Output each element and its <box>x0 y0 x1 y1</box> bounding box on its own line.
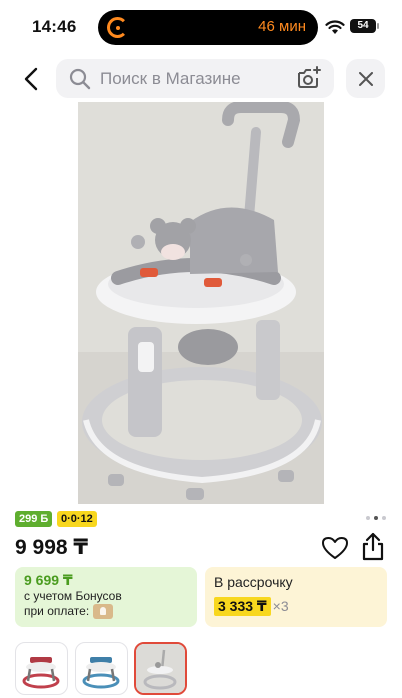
dynamic-island[interactable]: 46 мин <box>98 10 318 45</box>
search-input[interactable] <box>100 59 290 98</box>
installment-label: В рассрочку <box>214 574 293 590</box>
installment-times: ×3 <box>272 598 289 614</box>
camera-search-icon[interactable] <box>296 66 322 90</box>
status-time: 14:46 <box>32 17 77 36</box>
chevron-left-icon <box>24 67 38 91</box>
activity-text: 46 мин <box>258 18 306 35</box>
product-image[interactable] <box>78 102 324 504</box>
pager-dot <box>382 516 386 520</box>
favorite-heart-icon[interactable] <box>321 535 349 561</box>
thumbnail-1[interactable] <box>15 642 68 695</box>
bonus-line-2-text: при оплате: <box>24 604 90 618</box>
gallery-pager <box>364 516 388 522</box>
bonus-line-2: при оплате: <box>24 604 188 620</box>
walker-blue-thumbnail <box>82 657 120 689</box>
back-button[interactable] <box>16 62 46 96</box>
product-price: 9 998 ₸ <box>15 536 88 559</box>
payment-icon <box>93 604 114 620</box>
timer-icon <box>107 17 128 38</box>
thumbnail-2[interactable] <box>75 642 128 695</box>
installment-row: 3 333 ₸ ×3 <box>214 597 378 616</box>
wifi-icon <box>325 20 345 34</box>
search-bar[interactable] <box>56 59 334 98</box>
bonus-price-card[interactable]: 9 699 ₸ с учетом Бонусов при оплате: <box>15 567 197 627</box>
close-icon <box>358 71 373 86</box>
bonus-price: 9 699 ₸ <box>24 572 73 588</box>
battery-level: 54 <box>357 20 369 31</box>
bonus-line-1: с учетом Бонусов <box>24 589 122 603</box>
battery-icon: 54 <box>350 19 379 33</box>
installment-amount: 3 333 ₸ <box>214 597 271 616</box>
status-bar: 14:46 46 мин 54 <box>0 0 402 54</box>
pager-dot <box>374 516 378 520</box>
installment-badge: 0·0·12 <box>57 511 97 527</box>
walker-red-thumbnail <box>22 657 60 689</box>
installment-card[interactable]: В рассрочку 3 333 ₸ ×3 <box>205 567 387 627</box>
pager-dot <box>366 516 370 520</box>
search-icon <box>69 68 91 90</box>
bonus-badge: 299 Б <box>15 511 53 527</box>
share-icon[interactable] <box>360 532 386 562</box>
close-button[interactable] <box>346 59 385 98</box>
thumbnail-3[interactable] <box>134 642 187 695</box>
walker-grey-thumbnail <box>136 644 185 693</box>
